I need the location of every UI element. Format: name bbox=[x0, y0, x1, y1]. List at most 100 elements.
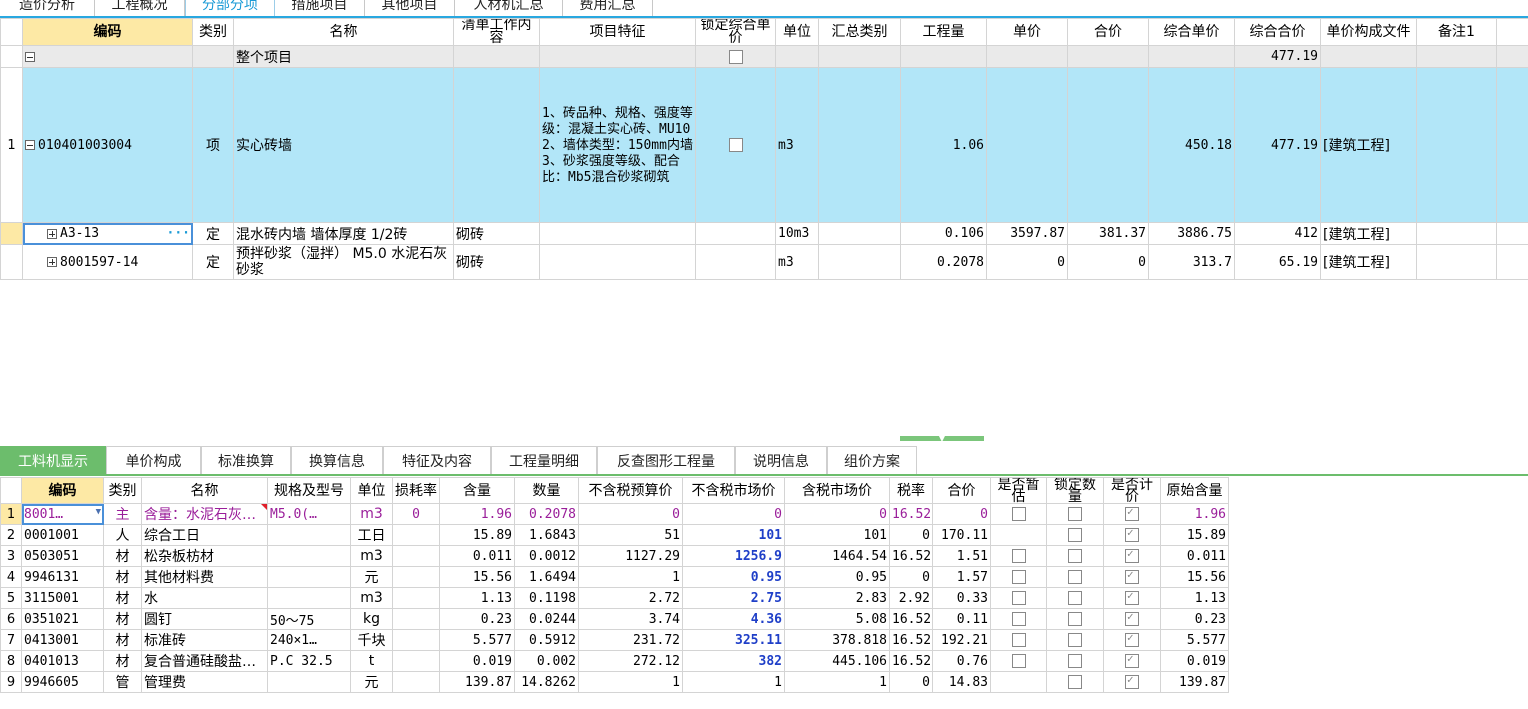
col-header-is-estimate[interactable]: 是否暂估 bbox=[990, 477, 1047, 504]
lock-quantity-cell[interactable] bbox=[1046, 671, 1104, 693]
resource-tax-rate[interactable]: 16.52 bbox=[889, 608, 933, 630]
resource-row[interactable]: 4 9946131 材其他材料费元 15.56 1.6494 1 0.95 0.95 0 1.57… bbox=[0, 566, 1229, 588]
resource-market-price[interactable]: 0 bbox=[682, 503, 785, 525]
col-header-code[interactable]: 编码 bbox=[21, 477, 104, 504]
resource-loss-rate[interactable] bbox=[392, 545, 440, 567]
item-work-content[interactable] bbox=[453, 67, 540, 223]
resource-code[interactable]: 0351021 bbox=[21, 608, 104, 630]
col-header-original-content[interactable]: 原始含量 bbox=[1160, 477, 1229, 504]
resource-loss-rate[interactable] bbox=[392, 671, 440, 693]
is-priced-checkbox[interactable] bbox=[1125, 568, 1139, 584]
resource-market-price-tax[interactable]: 0.95 bbox=[784, 566, 890, 588]
col-header-total[interactable]: 合价 bbox=[1067, 18, 1149, 46]
col-header-market-price-tax[interactable]: 含税市场价 bbox=[784, 477, 890, 504]
tab-labor-material-summary[interactable]: 人材机汇总 bbox=[455, 0, 563, 16]
col-header-quantity[interactable]: 工程量 bbox=[900, 18, 987, 46]
col-header-is-priced[interactable]: 是否计价 bbox=[1103, 477, 1161, 504]
quota-work[interactable]: 砌砖 bbox=[453, 244, 540, 280]
resource-row[interactable]: 99946605管管理费元139.8714.8262111014.83139.8… bbox=[0, 671, 1229, 693]
resource-market-price[interactable]: 325.11 bbox=[682, 629, 785, 651]
item-code-cell[interactable]: 010401003004 bbox=[22, 67, 193, 223]
total-row[interactable]: 整个项目 477.19 bbox=[0, 45, 1528, 68]
tab-standard-conversion[interactable]: 标准换算 bbox=[201, 446, 291, 474]
col-header-spec[interactable]: 规格及型号 bbox=[267, 477, 351, 504]
lock-price-checkbox[interactable] bbox=[728, 49, 743, 64]
resource-code[interactable]: 9946131 bbox=[21, 566, 104, 588]
resource-loss-rate[interactable] bbox=[392, 524, 440, 546]
is-priced-cell[interactable] bbox=[1103, 545, 1161, 567]
is-estimate-cell[interactable] bbox=[990, 503, 1047, 525]
resource-tax-rate[interactable]: 2.92 bbox=[889, 587, 933, 609]
resource-market-price-tax[interactable]: 0 bbox=[784, 503, 890, 525]
resource-name[interactable]: 管理费 bbox=[141, 671, 268, 693]
resource-row[interactable]: 7 0413001 材标准砖 240×1… 千块 5.577 0.5912 231.72 325… bbox=[0, 629, 1229, 651]
resource-market-price-tax[interactable]: 445.106 bbox=[784, 650, 890, 672]
col-header-quantity[interactable]: 数量 bbox=[514, 477, 579, 504]
ellipsis-button[interactable]: ··· bbox=[167, 226, 190, 241]
lock-price-cell[interactable] bbox=[695, 67, 776, 223]
resource-loss-rate[interactable]: 0 bbox=[392, 503, 440, 525]
resource-loss-rate[interactable] bbox=[392, 566, 440, 588]
resource-content[interactable]: 15.56 bbox=[439, 566, 515, 588]
is-priced-checkbox[interactable] bbox=[1125, 505, 1139, 521]
resource-market-price-tax[interactable]: 1464.54 bbox=[784, 545, 890, 567]
resource-market-price[interactable]: 2.75 bbox=[682, 587, 785, 609]
resource-tax-rate[interactable]: 0 bbox=[889, 566, 933, 588]
item-features[interactable]: 1、砖品种、规格、强度等级：混凝土实心砖、MU10 2、墙体类型：150mm内墙… bbox=[539, 67, 696, 223]
resource-spec[interactable]: P.C 32.5 bbox=[267, 650, 351, 672]
resource-market-price-tax[interactable]: 378.818 bbox=[784, 629, 890, 651]
resource-name[interactable]: 标准砖 bbox=[141, 629, 268, 651]
resource-name[interactable]: 复合普通硅酸盐… bbox=[141, 650, 268, 672]
lock-quantity-checkbox[interactable] bbox=[1068, 612, 1082, 626]
item-name[interactable]: 实心砖墙 bbox=[233, 67, 454, 223]
resource-code[interactable]: 0001001 bbox=[21, 524, 104, 546]
resource-row[interactable]: 6 0351021 材圆钉 50～75 kg 0.23 0.0244 3.74 4.36 5.08… bbox=[0, 608, 1229, 630]
col-header-lock-quantity[interactable]: 锁定数量 bbox=[1046, 477, 1104, 504]
is-priced-cell[interactable] bbox=[1103, 629, 1161, 651]
tab-description-info[interactable]: 说明信息 bbox=[735, 446, 827, 474]
lock-quantity-checkbox[interactable] bbox=[1068, 549, 1082, 563]
resource-quantity[interactable]: 0.5912 bbox=[514, 629, 579, 651]
resource-market-price[interactable]: 382 bbox=[682, 650, 785, 672]
resource-code[interactable]: 0413001 bbox=[21, 629, 104, 651]
resource-spec[interactable]: M5.0(… bbox=[267, 503, 351, 525]
lock-quantity-checkbox[interactable] bbox=[1068, 591, 1082, 605]
resource-market-price-tax[interactable]: 2.83 bbox=[784, 587, 890, 609]
lock-quantity-checkbox[interactable] bbox=[1068, 570, 1082, 584]
resource-name[interactable]: 含量：水泥石灰… bbox=[141, 503, 268, 525]
resource-row[interactable]: 1 8001… ▼ 主含量：水泥石灰… M5.0(… m3 0 1.96 0.2078 0 0 0 16… bbox=[0, 503, 1229, 525]
is-priced-checkbox[interactable] bbox=[1125, 673, 1139, 689]
quota-quantity[interactable]: 0.2078 bbox=[900, 244, 987, 280]
tab-features-content[interactable]: 特征及内容 bbox=[383, 446, 491, 474]
quota-name[interactable]: 混水砖内墙 墙体厚度 1/2砖 bbox=[233, 222, 454, 245]
col-header-market-price[interactable]: 不含税市场价 bbox=[682, 477, 785, 504]
col-header-unit[interactable]: 单位 bbox=[775, 18, 819, 46]
resource-tax-rate[interactable]: 16.52 bbox=[889, 503, 933, 525]
quota-row[interactable]: A3-13 ··· 定 混水砖内墙 墙体厚度 1/2砖 砌砖 10m3 0.106… bbox=[0, 222, 1528, 245]
is-priced-cell[interactable] bbox=[1103, 650, 1161, 672]
resource-spec[interactable]: 240×1… bbox=[267, 629, 351, 651]
lock-quantity-checkbox[interactable] bbox=[1068, 654, 1082, 668]
col-header-name[interactable]: 名称 bbox=[233, 18, 454, 46]
is-estimate-checkbox[interactable] bbox=[1011, 612, 1026, 626]
resource-market-price[interactable]: 4.36 bbox=[682, 608, 785, 630]
resource-code[interactable]: 3115001 bbox=[21, 587, 104, 609]
tab-labor-material-machine[interactable]: 工料机显示 bbox=[0, 446, 106, 474]
col-header-loss-rate[interactable]: 损耗率 bbox=[392, 477, 440, 504]
quota-work[interactable]: 砌砖 bbox=[453, 222, 540, 245]
quota-name[interactable]: 预拌砂浆（湿拌） M5.0 水泥石灰砂浆 bbox=[233, 244, 454, 280]
col-header-remark[interactable]: 备注1 bbox=[1416, 18, 1497, 46]
lock-quantity-checkbox[interactable] bbox=[1068, 507, 1082, 521]
resource-quantity[interactable]: 1.6843 bbox=[514, 524, 579, 546]
resource-content[interactable]: 5.577 bbox=[439, 629, 515, 651]
resource-market-price[interactable]: 101 bbox=[682, 524, 785, 546]
resource-market-price[interactable]: 1256.9 bbox=[682, 545, 785, 567]
is-estimate-checkbox[interactable] bbox=[1011, 570, 1026, 584]
col-header-work-content[interactable]: 清单工作内容 bbox=[453, 18, 540, 46]
resource-market-price-tax[interactable]: 5.08 bbox=[784, 608, 890, 630]
resource-tax-rate[interactable]: 16.52 bbox=[889, 545, 933, 567]
lock-quantity-cell[interactable] bbox=[1046, 566, 1104, 588]
collapse-icon[interactable] bbox=[25, 51, 35, 62]
resource-tax-rate[interactable]: 0 bbox=[889, 524, 933, 546]
collapse-icon[interactable] bbox=[25, 140, 35, 150]
